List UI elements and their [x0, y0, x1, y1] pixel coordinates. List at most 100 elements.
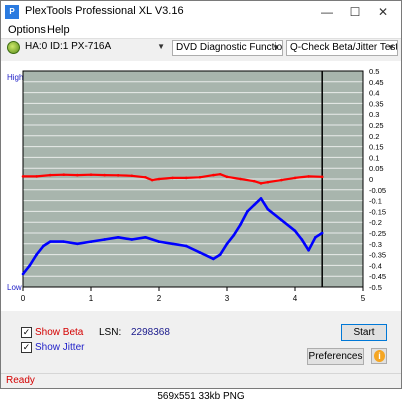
test-select-value: Q-Check Beta/Jitter Test — [290, 42, 398, 53]
data-point-jitter — [171, 242, 174, 246]
status-bar: Ready — [1, 373, 401, 388]
start-button[interactable]: Start — [341, 324, 387, 341]
data-point-jitter — [239, 223, 242, 226]
x-tick-label: 1 — [89, 294, 94, 303]
app-window: P PlexTools Professional XL V3.16 — ☐ ✕ … — [0, 0, 402, 389]
beta-jitter-chart: High Low 0.50.450.40.350.30.250.20.150.1… — [1, 61, 401, 311]
drive-status-icon — [7, 41, 20, 54]
window-title: PlexTools Professional XL V3.16 — [25, 5, 184, 17]
data-point-jitter — [218, 253, 222, 256]
data-point-jitter — [320, 231, 324, 235]
y-tick-label: -0.2 — [369, 218, 382, 227]
control-panel: ✓ Show Beta ✓ Show Jitter LSN: 2298368 S… — [1, 311, 401, 373]
y-tick-label: -0.4 — [369, 261, 382, 270]
x-tick-label: 4 — [293, 294, 298, 303]
close-icon[interactable]: ✕ — [375, 4, 391, 20]
data-point-jitter — [103, 238, 106, 241]
show-jitter-label[interactable]: Show Jitter — [35, 342, 84, 353]
maximize-icon[interactable]: ☐ — [347, 4, 363, 20]
data-point-beta — [320, 175, 324, 179]
menu-options[interactable]: Options — [8, 24, 46, 36]
data-point-jitter — [144, 236, 147, 239]
data-point-jitter — [89, 240, 93, 243]
y-tick-label: -0.15 — [369, 207, 386, 216]
y-tick-label: 0.4 — [369, 89, 379, 98]
data-point-jitter — [212, 257, 215, 261]
show-beta-checkbox[interactable]: ✓ — [21, 327, 32, 338]
preferences-button[interactable]: Preferences — [307, 348, 364, 365]
data-point-jitter — [198, 251, 202, 254]
data-point-jitter — [42, 244, 45, 248]
data-point-beta — [89, 173, 93, 176]
plextools-app-icon: P — [5, 5, 19, 19]
data-point-beta — [116, 174, 120, 177]
data-point-jitter — [184, 244, 188, 248]
chevron-down-icon: ▼ — [157, 42, 165, 51]
data-point-beta — [171, 176, 174, 180]
chevron-down-icon: ▼ — [272, 43, 280, 52]
y-tick-label: -0.45 — [369, 272, 386, 281]
data-point-jitter — [21, 272, 25, 276]
data-point-beta — [144, 175, 147, 179]
y-tick-label: -0.1 — [369, 197, 382, 206]
data-point-jitter — [48, 240, 52, 243]
data-point-beta — [218, 172, 222, 176]
data-point-beta — [150, 178, 154, 182]
info-button[interactable]: i — [371, 348, 387, 364]
data-point-jitter — [62, 240, 66, 243]
data-point-jitter — [157, 240, 161, 243]
x-tick-label: 3 — [225, 294, 230, 303]
data-point-jitter — [252, 203, 256, 207]
y-tick-label: 0.5 — [369, 67, 379, 76]
data-point-beta — [62, 173, 66, 176]
image-caption: 569x551 33kb PNG — [0, 389, 402, 404]
y-tick-label: -0.35 — [369, 251, 386, 260]
y-tick-label: -0.05 — [369, 186, 386, 195]
drive-select-value: HA:0 ID:1 PX-716A — [25, 41, 112, 52]
data-point-jitter — [76, 242, 79, 246]
data-point-beta — [76, 173, 79, 177]
y-tick-label: 0.45 — [369, 78, 384, 87]
chevron-down-icon: ▼ — [387, 43, 395, 52]
y-tick-label: 0.25 — [369, 121, 384, 130]
data-point-beta — [266, 180, 270, 184]
data-point-beta — [239, 177, 242, 181]
data-point-jitter — [116, 236, 120, 239]
data-point-beta — [280, 178, 283, 182]
x-tick-label: 5 — [361, 294, 366, 303]
function-select-value: DVD Diagnostic Functions — [176, 42, 283, 53]
show-beta-label[interactable]: Show Beta — [35, 327, 83, 338]
data-point-beta — [225, 175, 229, 179]
data-point-beta — [21, 175, 25, 178]
data-point-beta — [35, 175, 38, 178]
lsn-value: 2298368 — [131, 327, 170, 338]
data-point-jitter — [293, 229, 297, 233]
menu-bar: Options Help — [1, 23, 401, 39]
data-point-jitter — [280, 218, 283, 222]
data-point-jitter — [130, 238, 134, 241]
data-point-jitter — [225, 242, 229, 246]
drive-select[interactable]: HA:0 ID:1 PX-716A ▼ — [22, 40, 167, 56]
minimize-icon[interactable]: — — [319, 4, 335, 20]
data-point-jitter — [266, 207, 270, 211]
menu-help[interactable]: Help — [47, 24, 70, 36]
data-point-beta — [103, 173, 106, 177]
y-tick-label: 0.2 — [369, 132, 379, 141]
y-tick-label: -0.3 — [369, 240, 382, 249]
data-point-beta — [293, 176, 297, 180]
lsn-label: LSN: — [99, 327, 122, 338]
title-bar: P PlexTools Professional XL V3.16 — ☐ ✕ — [1, 1, 401, 23]
toolbar: HA:0 ID:1 PX-716A ▼ DVD Diagnostic Funct… — [1, 39, 401, 57]
x-tick-label: 0 — [21, 294, 26, 303]
test-select[interactable]: Q-Check Beta/Jitter Test ▼ — [286, 40, 398, 56]
data-point-jitter — [28, 264, 32, 267]
y-tick-label: 0.35 — [369, 99, 384, 108]
function-select[interactable]: DVD Diagnostic Functions ▼ — [172, 40, 283, 56]
y-tick-label: -0.5 — [369, 283, 382, 292]
data-point-jitter — [307, 248, 310, 252]
axis-label-high: High — [7, 73, 23, 82]
y-tick-label: -0.25 — [369, 229, 386, 238]
axis-label-low: Low — [7, 283, 22, 292]
data-point-jitter — [300, 238, 304, 241]
show-jitter-checkbox[interactable]: ✓ — [21, 342, 32, 353]
